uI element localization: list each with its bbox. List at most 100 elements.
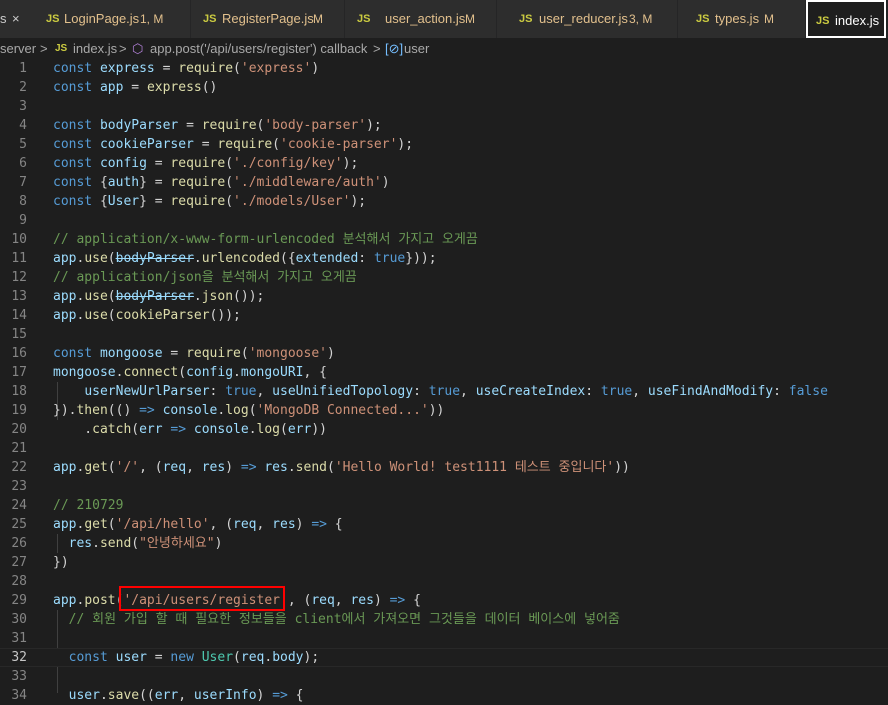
code-line[interactable]: 10 // application/x-www-form-urlencoded 분… [0, 230, 888, 249]
code-line[interactable]: 27}) [0, 553, 888, 572]
code-line[interactable]: 3 [0, 97, 888, 116]
code-text: app.use(bodyParser.urlencoded({extended:… [53, 249, 437, 268]
tab-user-reducer[interactable]: JS user_reducer.js 3, M [497, 0, 678, 38]
code-token: , [256, 517, 273, 532]
code-token: => [272, 688, 288, 703]
code-line[interactable]: 8 const {User} = require('./models/User')… [0, 192, 888, 211]
tab-partial-label: s [0, 11, 7, 26]
code-token: ( [107, 517, 116, 532]
code-text: const express = require('express') [53, 59, 319, 78]
code-token: ( [107, 289, 116, 304]
code-token: . [264, 650, 273, 665]
code-token: console [162, 403, 218, 418]
code-text: const bodyParser = require('body-parser'… [53, 116, 382, 135]
code-token: err [139, 422, 163, 437]
tab-label: index.js [835, 13, 880, 28]
js-file-icon: JS [357, 13, 371, 25]
code-line[interactable]: 23 [0, 477, 888, 496]
breadcrumb-file[interactable]: index.js [73, 38, 117, 59]
code-text: userNewUrlParser: true, useUnifiedTopolo… [53, 382, 828, 401]
code-token: . [287, 460, 296, 475]
code-line[interactable]: 21 [0, 439, 888, 458]
tab-registerpage[interactable]: JS RegisterPage.js M [191, 0, 345, 38]
code-line[interactable]: 4 const bodyParser = require('body-parser… [0, 116, 888, 135]
code-text: }) [53, 553, 69, 572]
code-line[interactable]: 34 user.save((err, userInfo) => { [0, 686, 888, 705]
code-token: true [225, 384, 257, 399]
code-text: .catch(err => console.log(err)) [53, 420, 327, 439]
line-number: 10 [11, 232, 27, 247]
line-number: 25 [11, 517, 27, 532]
line-number: 18 [11, 384, 27, 399]
code-token: console [193, 422, 249, 437]
breadcrumb-folder[interactable]: server [0, 38, 36, 59]
code-line[interactable]: 14 app.use(cookieParser()); [0, 306, 888, 325]
code-line[interactable]: 33 [0, 667, 888, 686]
tab-partial[interactable]: s × [0, 0, 34, 38]
tab-index-active[interactable]: JS index.js [806, 0, 886, 38]
breadcrumb-callback[interactable]: app.post('/api/users/register') callback [150, 38, 367, 59]
code-token: . [53, 422, 93, 437]
code-text: app.get('/api/hello', (req, res) => { [53, 515, 343, 534]
code-line[interactable]: 16 const mongoose = require('mongoose') [0, 344, 888, 363]
code-token: save [107, 688, 140, 703]
js-file-icon: JS [696, 13, 710, 25]
code-text: const cookieParser = require('cookie-par… [53, 135, 413, 154]
code-line[interactable]: 32 const user = new User(req.body); [0, 648, 888, 667]
code-line[interactable]: 18 userNewUrlParser: true, useUnifiedTop… [0, 382, 888, 401]
tab-user-action[interactable]: JS user_action.js M [345, 0, 497, 38]
code-token: () [201, 80, 218, 95]
code-token: express [146, 80, 202, 95]
code-token: const [53, 346, 93, 361]
code-token: require [170, 175, 226, 190]
code-line[interactable]: 11 app.use(bodyParser.urlencoded({extende… [0, 249, 888, 268]
code-token: 'mongoose' [248, 346, 327, 361]
code-line[interactable]: 30 // 회원 가입 할 때 필요한 정보들을 client에서 가져오면 그… [0, 610, 888, 629]
line-number: 12 [11, 270, 27, 285]
code-token: )) [614, 460, 630, 475]
code-token: : [209, 384, 226, 399]
code-line[interactable]: 12 // application/json을 분석해서 가지고 오게끔 [0, 268, 888, 287]
code-line[interactable]: 15 [0, 325, 888, 344]
code-line[interactable]: 5 const cookieParser = require('cookie-pa… [0, 135, 888, 154]
code-token: const [53, 118, 93, 133]
code-line[interactable]: 24 // 210729 [0, 496, 888, 515]
code-line[interactable]: 26 res.send("안녕하세요") [0, 534, 888, 553]
code-token: ( [107, 251, 116, 266]
code-line[interactable]: 25 app.get('/api/hello', (req, res) => { [0, 515, 888, 534]
tab-status: M [465, 12, 475, 26]
code-token: , ( [209, 517, 234, 532]
close-icon[interactable]: × [12, 0, 20, 38]
code-token: require [201, 118, 257, 133]
code-token: ( [131, 536, 140, 551]
code-token: bodyParser [115, 251, 194, 266]
code-token: post [84, 593, 116, 608]
breadcrumb-variable[interactable]: user [404, 38, 429, 59]
code-line[interactable]: 9 [0, 211, 888, 230]
code-line[interactable]: 1 const express = require('express') [0, 59, 888, 78]
code-line[interactable]: 7 const {auth} = require('./middleware/au… [0, 173, 888, 192]
code-line[interactable]: 31 [0, 629, 888, 648]
line-number: 22 [11, 460, 27, 475]
tab-loginpage[interactable]: JS LoginPage.js 1, M [34, 0, 191, 38]
line-number: 30 [11, 612, 27, 627]
code-token: ({ [280, 251, 296, 266]
code-text: app.use(cookieParser()); [53, 306, 241, 325]
code-line[interactable]: 22 app.get('/', (req, res) => res.send('H… [0, 458, 888, 477]
line-number: 17 [11, 365, 27, 380]
code-line[interactable]: 20 .catch(err => console.log(err)) [0, 420, 888, 439]
code-line[interactable]: 13 app.use(bodyParser.json()); [0, 287, 888, 306]
tab-types[interactable]: JS types.js M [678, 0, 806, 38]
code-line[interactable]: 6 const config = require('./config/key'); [0, 154, 888, 173]
code-token: mongoose [99, 346, 163, 361]
code-token: . [92, 536, 100, 551]
code-line[interactable]: 2 const app = express() [0, 78, 888, 97]
code-line[interactable]: 17 mongoose.connect(config.mongoURI, { [0, 363, 888, 382]
code-token: res [68, 536, 93, 551]
code-line[interactable]: 19}).then(() => console.log('MongoDB Con… [0, 401, 888, 420]
code-token: ()); [209, 308, 241, 323]
code-token: ); [303, 650, 320, 665]
code-token: mongoURI [240, 365, 304, 380]
